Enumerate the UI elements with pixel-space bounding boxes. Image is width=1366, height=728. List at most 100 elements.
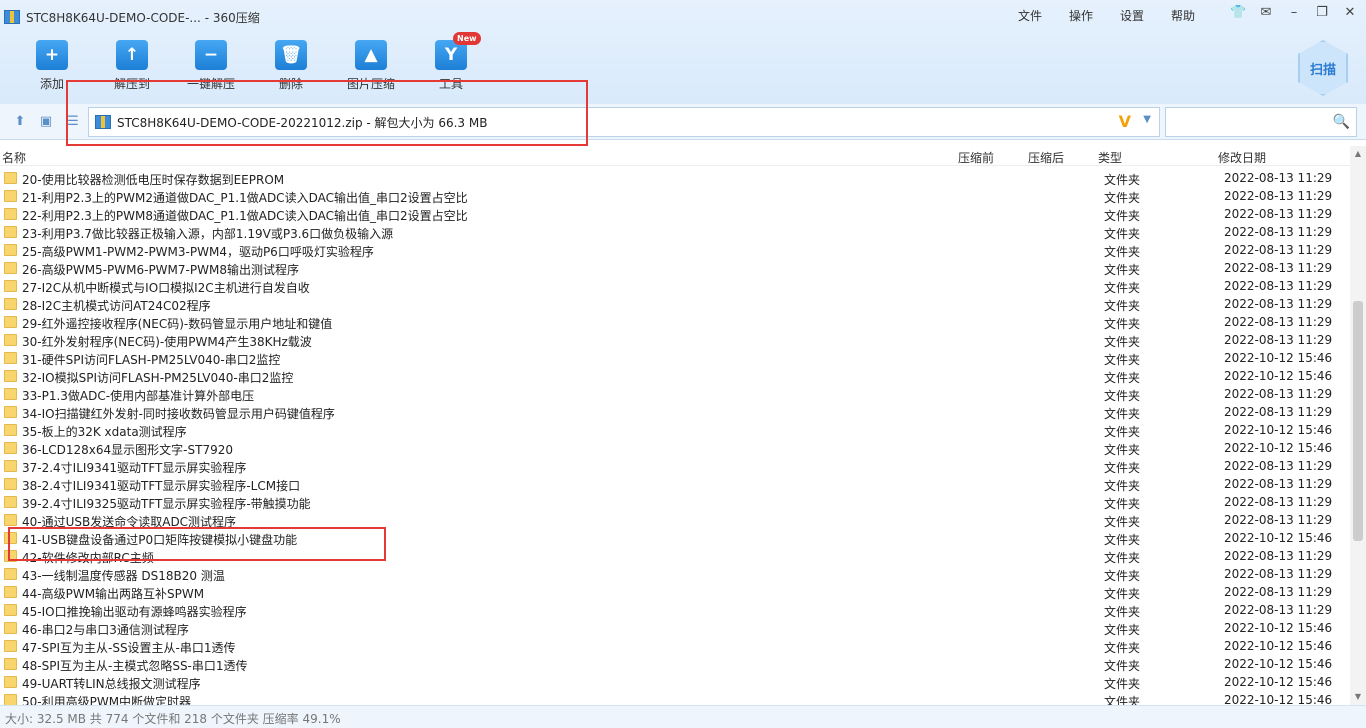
folder-icon [4, 640, 17, 652]
list-item[interactable]: 20-使用比较器检测低电压时保存数据到EEPROM 文件夹 2022-08-13 1… [0, 169, 1350, 187]
list-item[interactable]: 33-P1.3做ADC-使用内部基准计算外部电压 文件夹 2022-08-13 11… [0, 385, 1350, 403]
file-type: 文件夹 [1104, 389, 1141, 403]
column-name[interactable]: 名称 [2, 149, 26, 166]
list-item[interactable]: 44-高级PWM输出两路互补SPWM 文件夹 2022-08-13 11:29 [0, 583, 1350, 601]
file-date: 2022-08-13 11:29 [1224, 477, 1333, 491]
window-title-text: STC8H8K64U-DEMO-CODE-... - 360压缩 [26, 10, 260, 25]
file-type: 文件夹 [1104, 623, 1141, 637]
app-logo-icon [4, 10, 20, 24]
file-type: 文件夹 [1104, 533, 1141, 547]
folder-icon [4, 172, 17, 184]
menu-file[interactable]: 文件 [1018, 7, 1042, 24]
list-item[interactable]: 25-高级PWM1-PWM2-PWM3-PWM4，驱动P6口呼吸灯实验程序 文件夹… [0, 241, 1350, 259]
file-type: 文件夹 [1104, 191, 1141, 205]
list-item[interactable]: 29-红外遥控接收程序(NEC码)-数码管显示用户地址和键值 文件夹 2022-08… [0, 313, 1350, 331]
list-item[interactable]: 36-LCD128x64显示图形文字-ST7920 文件夹 2022-10-12 1… [0, 439, 1350, 457]
search-input[interactable]: 🔍 [1165, 107, 1357, 137]
folder-icon [4, 334, 17, 346]
menu-operation[interactable]: 操作 [1069, 7, 1093, 24]
list-item[interactable]: 27-I2C从机中断模式与IO口模拟I2C主机进行自发自收 文件夹 2022-08-… [0, 277, 1350, 295]
list-item[interactable]: 22-利用P2.3上的PWM8通道做DAC_P1.1做ADC读入DAC输出值_串… [0, 205, 1350, 223]
skin-icon[interactable]: 👕 [1230, 5, 1246, 20]
list-item[interactable]: 50-利用高级PWM中断做定时器 文件夹 2022-10-12 15:46 [0, 691, 1350, 705]
list-item[interactable]: 37-2.4寸ILI9341驱动TFT显示屏实验程序 文件夹 2022-08-13 … [0, 457, 1350, 475]
file-date: 2022-08-13 11:29 [1224, 603, 1333, 617]
restore-icon[interactable]: ❐ [1314, 5, 1330, 20]
scroll-up-icon[interactable]: ▲ [1350, 146, 1366, 162]
search-icon[interactable]: 🔍 [1333, 114, 1350, 130]
scan-button[interactable]: 扫描 [1298, 40, 1348, 96]
column-modified[interactable]: 修改日期 [1218, 149, 1266, 166]
delete-icon: 🗑 [275, 40, 307, 70]
file-type: 文件夹 [1104, 209, 1141, 223]
column-type[interactable]: 类型 [1098, 149, 1122, 166]
file-name: 50-利用高级PWM中断做定时器 [22, 695, 192, 705]
file-type: 文件夹 [1104, 641, 1141, 655]
column-before[interactable]: 压缩前 [958, 149, 994, 166]
minimize-icon[interactable]: – [1286, 5, 1302, 20]
list-item[interactable]: 21-利用P2.3上的PWM2通道做DAC_P1.1做ADC读入DAC输出值_串… [0, 187, 1350, 205]
scroll-thumb[interactable] [1353, 301, 1363, 541]
file-date: 2022-08-13 11:29 [1224, 513, 1333, 527]
list-item[interactable]: 43-一线制温度传感器 DS18B20 测温 文件夹 2022-08-13 11:2… [0, 565, 1350, 583]
close-icon[interactable]: ✕ [1342, 5, 1358, 20]
file-name: 45-IO口推挽输出驱动有源蜂鸣器实验程序 [22, 605, 247, 619]
list-item[interactable]: 26-高级PWM5-PWM6-PWM7-PWM8输出测试程序 文件夹 2022-08… [0, 259, 1350, 277]
chevron-down-icon[interactable]: ▼ [1143, 114, 1151, 125]
list-item[interactable]: 49-UART转LIN总线报文测试程序 文件夹 2022-10-12 15:46 [0, 673, 1350, 691]
view-icon[interactable]: ▣ [38, 114, 54, 130]
list-item[interactable]: 39-2.4寸ILI9325驱动TFT显示屏实验程序-带触摸功能 文件夹 2022-… [0, 493, 1350, 511]
tools-icon: Y New [435, 32, 481, 70]
file-name: 29-红外遥控接收程序(NEC码)-数码管显示用户地址和键值 [22, 317, 333, 331]
folder-icon [4, 460, 17, 472]
v-logo-icon[interactable]: V [1119, 112, 1131, 131]
new-badge: New [453, 32, 481, 45]
list-item[interactable]: 38-2.4寸ILI9341驱动TFT显示屏实验程序-LCM接口 文件夹 2022-… [0, 475, 1350, 493]
menu-settings[interactable]: 设置 [1120, 7, 1144, 24]
folder-icon [4, 568, 17, 580]
file-date: 2022-08-13 11:29 [1224, 585, 1333, 599]
file-name: 37-2.4寸ILI9341驱动TFT显示屏实验程序 [22, 461, 247, 475]
list-item[interactable]: 30-红外发射程序(NEC码)-使用PWM4产生38KHz载波 文件夹 2022-0… [0, 331, 1350, 349]
list-item[interactable]: 45-IO口推挽输出驱动有源蜂鸣器实验程序 文件夹 2022-08-13 11:29 [0, 601, 1350, 619]
folder-icon [4, 406, 17, 418]
file-name: 21-利用P2.3上的PWM2通道做DAC_P1.1做ADC读入DAC输出值_串… [22, 191, 468, 205]
file-name: 48-SPI互为主从-主模式忽略SS-串口1透传 [22, 659, 248, 673]
list-item[interactable]: 35-板上的32K xdata测试程序 文件夹 2022-10-12 15:46 [0, 421, 1350, 439]
file-date: 2022-10-12 15:46 [1224, 441, 1333, 455]
file-name: 33-P1.3做ADC-使用内部基准计算外部电压 [22, 389, 255, 403]
list-item[interactable]: 46-串口2与串口3通信测试程序 文件夹 2022-10-12 15:46 [0, 619, 1350, 637]
file-date: 2022-10-12 15:46 [1224, 351, 1333, 365]
folder-icon [4, 586, 17, 598]
window-title: STC8H8K64U-DEMO-CODE-... - 360压缩 [4, 8, 260, 26]
file-date: 2022-08-13 11:29 [1224, 405, 1333, 419]
menu-help[interactable]: 帮助 [1171, 7, 1195, 24]
file-type: 文件夹 [1104, 173, 1141, 187]
up-arrow-icon[interactable]: ⬆ [12, 114, 28, 130]
list-item[interactable]: 47-SPI互为主从-SS设置主从-串口1透传 文件夹 2022-10-12 15:… [0, 637, 1350, 655]
column-after[interactable]: 压缩后 [1028, 149, 1064, 166]
list-item[interactable]: 23-利用P3.7做比较器正极输入源，内部1.19V或P3.6口做负极输入源 文件… [0, 223, 1350, 241]
folder-icon [4, 208, 17, 220]
file-date: 2022-08-13 11:29 [1224, 225, 1333, 239]
list-item[interactable]: 34-IO扫描键红外发射-同时接收数码管显示用户码键值程序 文件夹 2022-08-… [0, 403, 1350, 421]
file-type: 文件夹 [1104, 227, 1141, 241]
list-item[interactable]: 31-硬件SPI访问FLASH-PM25LV040-串口2监控 文件夹 2022-1… [0, 349, 1350, 367]
list-item[interactable]: 28-I2C主机模式访问AT24C02程序 文件夹 2022-08-13 11:29 [0, 295, 1350, 313]
file-type: 文件夹 [1104, 479, 1141, 493]
file-type: 文件夹 [1104, 677, 1141, 691]
file-date: 2022-10-12 15:46 [1224, 369, 1333, 383]
file-name: 44-高级PWM输出两路互补SPWM [22, 587, 205, 601]
file-date: 2022-08-13 11:29 [1224, 495, 1333, 509]
folder-icon [4, 676, 17, 688]
vertical-scrollbar[interactable]: ▲ ▼ [1350, 146, 1366, 705]
file-type: 文件夹 [1104, 317, 1141, 331]
file-name: 25-高级PWM1-PWM2-PWM3-PWM4，驱动P6口呼吸灯实验程序 [22, 245, 374, 259]
list-item[interactable]: 32-IO模拟SPI访问FLASH-PM25LV040-串口2监控 文件夹 2022… [0, 367, 1350, 385]
file-date: 2022-08-13 11:29 [1224, 261, 1333, 275]
scroll-down-icon[interactable]: ▼ [1350, 689, 1366, 705]
folder-icon [4, 190, 17, 202]
list-item[interactable]: 48-SPI互为主从-主模式忽略SS-串口1透传 文件夹 2022-10-12 15… [0, 655, 1350, 673]
file-name: 38-2.4寸ILI9341驱动TFT显示屏实验程序-LCM接口 [22, 479, 301, 493]
feedback-icon[interactable]: ✉ [1258, 5, 1274, 20]
